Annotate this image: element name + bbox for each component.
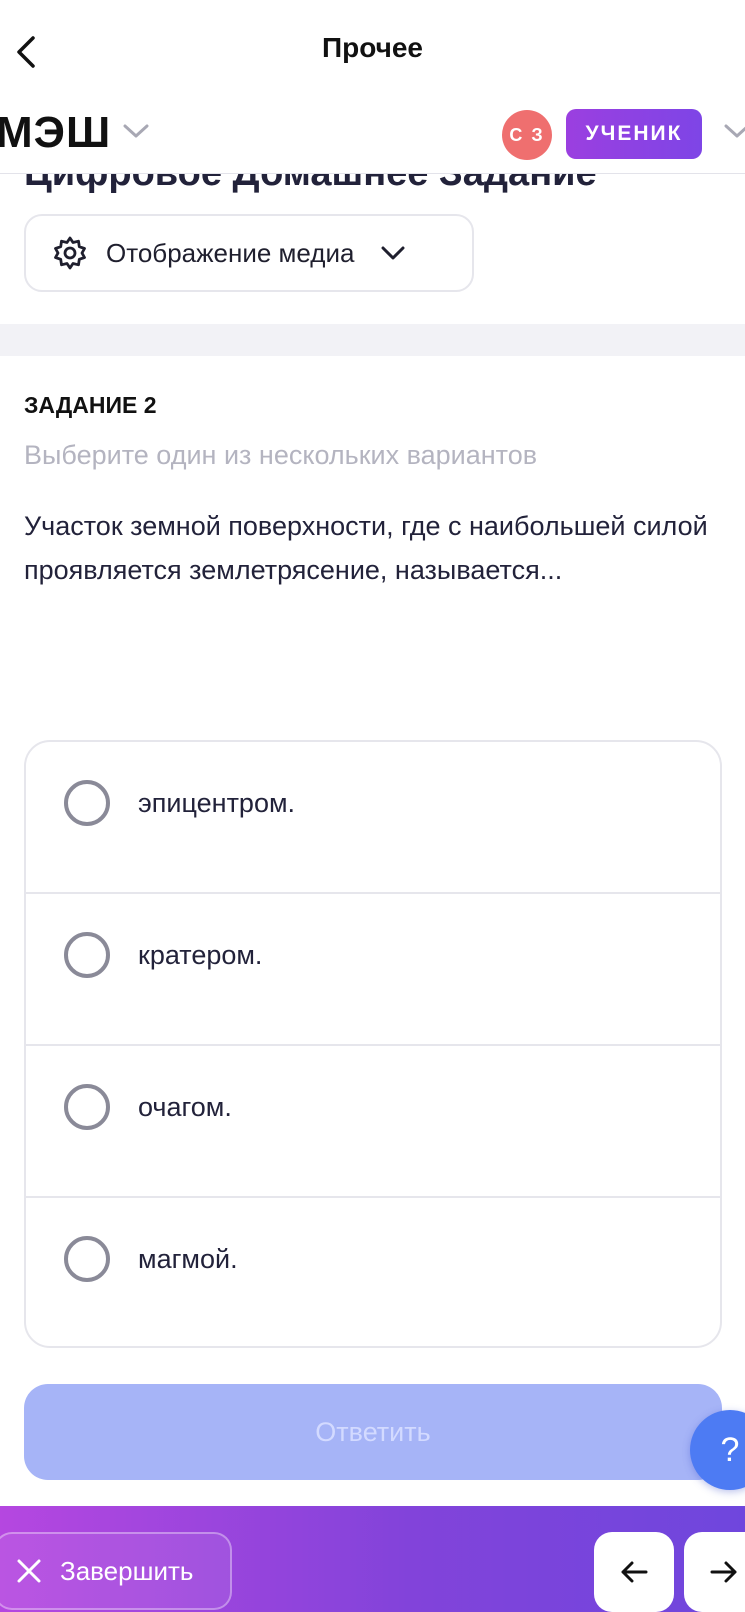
answer-option-label: кратером. bbox=[138, 940, 263, 970]
arrow-left-icon bbox=[621, 1561, 648, 1583]
answer-option[interactable]: очагом. bbox=[26, 1046, 720, 1198]
task-card: ЗАДАНИЕ 2 Выберите один из нескольких ва… bbox=[0, 356, 745, 1506]
task-question: Участок земной поверхности, где с наибол… bbox=[24, 511, 708, 585]
answer-option-label: эпицентром. bbox=[138, 788, 296, 818]
answer-option[interactable]: эпицентром. bbox=[26, 742, 720, 894]
task-hint: Выберите один из нескольких вариантов bbox=[24, 440, 538, 470]
finish-button-label: Завершить bbox=[60, 1555, 194, 1586]
bottom-action-bar: Завершить bbox=[0, 1506, 745, 1612]
radio-button[interactable] bbox=[64, 1236, 110, 1282]
answer-option-label: магмой. bbox=[138, 1244, 238, 1274]
arrow-right-icon bbox=[710, 1561, 737, 1583]
answer-option[interactable]: кратером. bbox=[26, 894, 720, 1046]
previous-task-button[interactable] bbox=[594, 1532, 674, 1612]
page-title: Прочее bbox=[321, 32, 424, 63]
chevron-down-icon[interactable] bbox=[723, 122, 745, 140]
radio-button[interactable] bbox=[64, 1084, 110, 1130]
chevron-down-icon bbox=[381, 246, 405, 260]
app-logo[interactable]: МЭШ bbox=[0, 108, 111, 158]
close-icon bbox=[17, 1559, 41, 1583]
chevron-down-icon[interactable] bbox=[122, 122, 150, 140]
radio-button[interactable] bbox=[64, 780, 110, 826]
media-display-button[interactable]: Отображение медиа bbox=[24, 214, 474, 292]
top-navigation-bar: Прочее bbox=[0, 0, 745, 100]
answer-option-label: очагом. bbox=[138, 1092, 232, 1122]
user-avatar[interactable]: С З bbox=[502, 110, 552, 160]
role-badge[interactable]: УЧЕНИК bbox=[566, 109, 702, 159]
submit-answer-button[interactable]: Ответить bbox=[24, 1384, 722, 1480]
app-header: МЭШ С З УЧЕНИК bbox=[0, 100, 745, 174]
course-title: Цифровое Домашнее Задание bbox=[24, 174, 597, 195]
next-task-button[interactable] bbox=[684, 1532, 745, 1612]
task-label: ЗАДАНИЕ 2 bbox=[24, 392, 157, 418]
finish-button[interactable]: Завершить bbox=[0, 1532, 232, 1610]
media-button-label: Отображение медиа bbox=[106, 237, 355, 268]
answer-option[interactable]: магмой. bbox=[26, 1198, 720, 1346]
radio-button[interactable] bbox=[64, 932, 110, 978]
answer-options: эпицентром. кратером. очагом. магмой. bbox=[24, 740, 722, 1348]
section-divider bbox=[0, 324, 745, 356]
gear-icon bbox=[54, 236, 86, 270]
course-card: Цифровое Домашнее Задание Отображение ме… bbox=[0, 174, 745, 324]
